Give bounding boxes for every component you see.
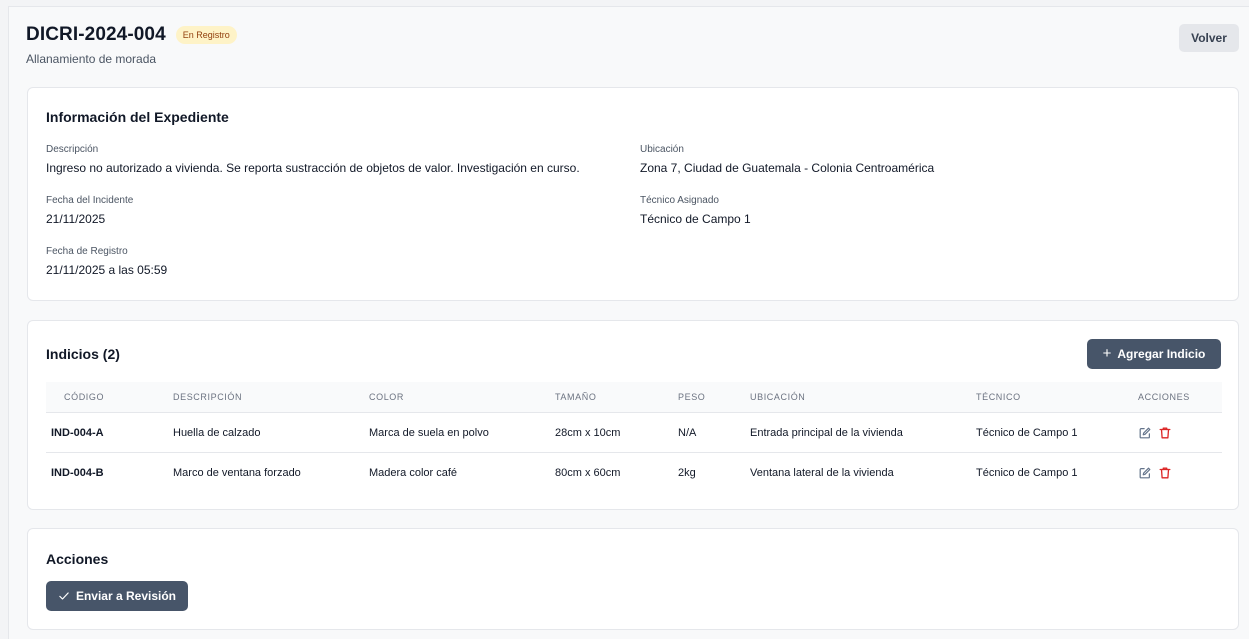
cell-tamano: 28cm x 10cm: [537, 412, 660, 453]
table-header-row: CÓDIGO DESCRIPCIÓN COLOR TAMAÑO PESO UBI…: [46, 382, 1222, 413]
edit-icon[interactable]: [1138, 426, 1152, 440]
acciones-card: Acciones Enviar a Revisión: [27, 528, 1239, 630]
tecnico-label: Técnico Asignado: [640, 195, 719, 206]
cell-ubicacion: Ventana lateral de la vivienda: [732, 452, 958, 492]
status-badge: En Registro: [175, 26, 237, 44]
indicios-table: CÓDIGO DESCRIPCIÓN COLOR TAMAÑO PESO UBI…: [46, 382, 1222, 492]
check-icon: [59, 592, 69, 600]
edit-icon[interactable]: [1138, 466, 1152, 480]
cell-peso: N/A: [660, 412, 732, 453]
fecha-incidente-value: 21/11/2025: [46, 212, 106, 226]
send-to-review-button[interactable]: Enviar a Revisión: [46, 581, 188, 611]
table-row: IND-004-B Marco de ventana forzado Mader…: [46, 452, 1222, 492]
indicios-title: Indicios (2): [46, 346, 120, 362]
add-indicio-label: Agregar Indicio: [1117, 347, 1206, 361]
cell-ubicacion: Entrada principal de la vivienda: [732, 412, 958, 453]
page-title: DICRI-2024-004: [26, 24, 166, 45]
descripcion-field: Descripción Ingreso no autorizado a vivi…: [46, 144, 580, 175]
col-header-descripcion: DESCRIPCIÓN: [173, 392, 243, 402]
indicios-card: Indicios (2) + Agregar Indicio CÓDIGO DE…: [27, 320, 1239, 510]
cell-peso: 2kg: [660, 452, 732, 492]
title-row: DICRI-2024-004 En Registro: [26, 24, 1239, 46]
cell-color: Madera color café: [351, 452, 537, 492]
cell-acciones: [1120, 452, 1222, 492]
fecha-registro-label: Fecha de Registro: [46, 246, 128, 257]
col-header-peso: PESO: [678, 392, 706, 402]
fecha-incidente-label: Fecha del Incidente: [46, 195, 134, 206]
fecha-registro-value: 21/11/2025 a las 05:59: [46, 263, 168, 277]
col-header-ubicacion: UBICACIÓN: [750, 392, 806, 402]
col-header-codigo: CÓDIGO: [64, 392, 105, 402]
tecnico-field: Técnico Asignado Técnico de Campo 1: [640, 195, 751, 226]
cell-color: Marca de suela en polvo: [351, 412, 537, 453]
tecnico-value: Técnico de Campo 1: [640, 212, 751, 226]
descripcion-label: Descripción: [46, 144, 99, 155]
cell-codigo: IND-004-A: [46, 412, 155, 453]
plus-icon: +: [1102, 345, 1112, 362]
info-card: Información del Expediente Descripción I…: [27, 87, 1239, 301]
ubicacion-field: Ubicación Zona 7, Ciudad de Guatemala - …: [640, 144, 934, 175]
back-button[interactable]: Volver: [1179, 24, 1239, 52]
col-header-color: COLOR: [369, 392, 405, 402]
cell-descripcion: Huella de calzado: [155, 412, 351, 453]
cell-acciones: [1120, 412, 1222, 453]
trash-icon[interactable]: [1158, 466, 1172, 480]
info-card-title: Información del Expediente: [46, 109, 229, 125]
descripcion-value: Ingreso no autorizado a vivienda. Se rep…: [46, 161, 580, 175]
cell-descripcion: Marco de ventana forzado: [155, 452, 351, 492]
ubicacion-value: Zona 7, Ciudad de Guatemala - Colonia Ce…: [640, 161, 935, 175]
col-header-acciones: ACCIONES: [1138, 392, 1190, 402]
cell-tamano: 80cm x 60cm: [537, 452, 660, 492]
trash-icon[interactable]: [1158, 426, 1172, 440]
page-subtitle: Allanamiento de morada: [26, 52, 157, 66]
main-content: DICRI-2024-004 En Registro Allanamiento …: [8, 6, 1249, 639]
cell-tecnico: Técnico de Campo 1: [958, 452, 1120, 492]
table-row: IND-004-A Huella de calzado Marca de sue…: [46, 412, 1222, 453]
page-header: DICRI-2024-004 En Registro Allanamiento …: [26, 24, 1239, 74]
cell-tecnico: Técnico de Campo 1: [958, 412, 1120, 453]
add-indicio-button[interactable]: + Agregar Indicio: [1087, 339, 1221, 369]
fecha-incidente-field: Fecha del Incidente 21/11/2025: [46, 195, 133, 226]
send-to-review-label: Enviar a Revisión: [75, 589, 177, 603]
acciones-title: Acciones: [46, 551, 109, 567]
fecha-registro-field: Fecha de Registro 21/11/2025 a las 05:59: [46, 246, 167, 277]
col-header-tecnico: TÉCNICO: [976, 392, 1021, 402]
col-header-tamano: TAMAÑO: [555, 392, 597, 402]
cell-codigo: IND-004-B: [46, 452, 155, 492]
ubicacion-label: Ubicación: [640, 144, 684, 155]
